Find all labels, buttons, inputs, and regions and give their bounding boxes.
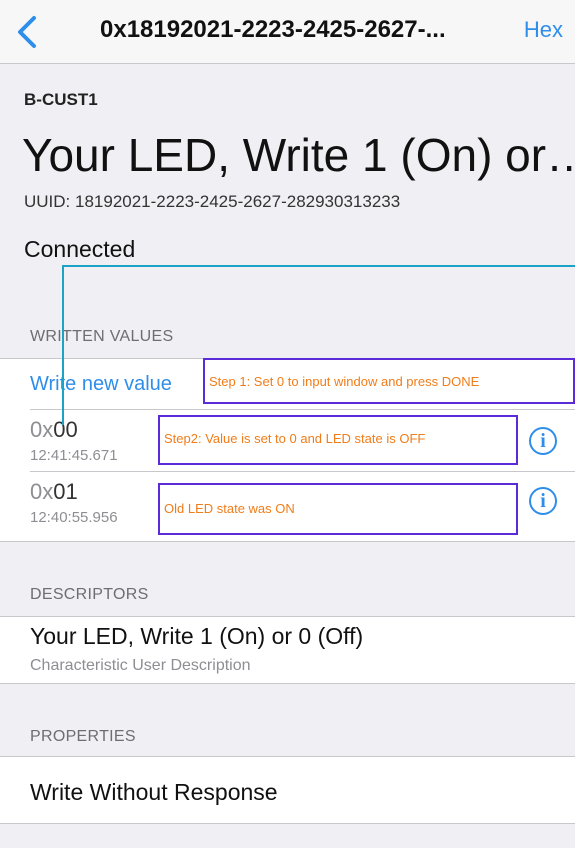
info-icon[interactable]: i bbox=[529, 487, 557, 515]
annotation-connector-line bbox=[62, 265, 64, 425]
write-new-value-button[interactable]: Write new value bbox=[30, 373, 172, 396]
property-item: Write Without Response bbox=[30, 779, 278, 805]
properties-list: Write Without Response bbox=[0, 756, 575, 824]
divider bbox=[30, 409, 575, 410]
divider bbox=[30, 471, 575, 472]
annotation-connector-line bbox=[62, 265, 575, 267]
descriptor-value: Your LED, Write 1 (On) or 0 (Off) bbox=[30, 623, 364, 649]
service-name: B-CUST1 bbox=[24, 90, 98, 109]
properties-header: PROPERTIES bbox=[30, 728, 136, 745]
chevron-left-icon bbox=[18, 16, 36, 48]
value-hex: 01 bbox=[53, 479, 78, 504]
hex-toggle-button[interactable]: Hex bbox=[524, 17, 563, 43]
info-icon[interactable]: i bbox=[529, 427, 557, 455]
value-hex: 00 bbox=[53, 417, 78, 442]
value-timestamp: 12:40:55.956 bbox=[30, 509, 118, 526]
value-prefix: 0x bbox=[30, 479, 54, 504]
nav-title: 0x18192021-2223-2425-2627-... bbox=[100, 16, 446, 43]
written-value: 0x01 bbox=[30, 479, 78, 505]
descriptors-list: Your LED, Write 1 (On) or 0 (Off) Charac… bbox=[0, 616, 575, 684]
value-timestamp: 12:41:45.671 bbox=[30, 447, 118, 464]
uuid-label: UUID: 18192021-2223-2425-2627-2829303132… bbox=[24, 192, 401, 211]
characteristic-title: Your LED, Write 1 (On) or… bbox=[22, 129, 575, 181]
descriptor-type: Characteristic User Description bbox=[30, 657, 251, 674]
navigation-bar: 0x18192021-2223-2425-2627-... Hex bbox=[0, 0, 575, 64]
value-prefix: 0x bbox=[30, 417, 54, 442]
annotation-step1: Step 1: Set 0 to input window and press … bbox=[203, 358, 575, 404]
characteristic-header: B-CUST1 Your LED, Write 1 (On) or… UUID:… bbox=[0, 64, 575, 280]
annotation-old-state: Old LED state was ON bbox=[158, 483, 518, 535]
connection-status: Connected bbox=[24, 236, 136, 262]
back-button[interactable] bbox=[14, 14, 40, 50]
annotation-step2: Step2: Value is set to 0 and LED state i… bbox=[158, 415, 518, 465]
written-values-header: WRITTEN VALUES bbox=[30, 328, 174, 345]
descriptors-header: DESCRIPTORS bbox=[30, 586, 149, 603]
written-value: 0x00 bbox=[30, 417, 78, 443]
